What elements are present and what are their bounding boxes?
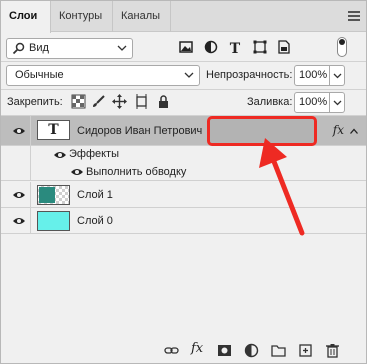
add-layer-style-fx-icon[interactable]: fx bbox=[191, 341, 206, 356]
layers-panel: Слои Контуры Каналы Вид T Обычные Непроз… bbox=[0, 0, 367, 364]
link-layers-icon[interactable] bbox=[164, 343, 179, 358]
new-layer-icon[interactable] bbox=[298, 343, 313, 358]
add-mask-icon[interactable] bbox=[217, 343, 232, 358]
bottom-toolbar: fx bbox=[1, 338, 366, 363]
annotation-arrow bbox=[259, 138, 305, 236]
trash-icon[interactable] bbox=[325, 343, 340, 358]
adjustment-layer-icon[interactable] bbox=[244, 343, 259, 358]
new-group-folder-icon[interactable] bbox=[271, 343, 286, 358]
